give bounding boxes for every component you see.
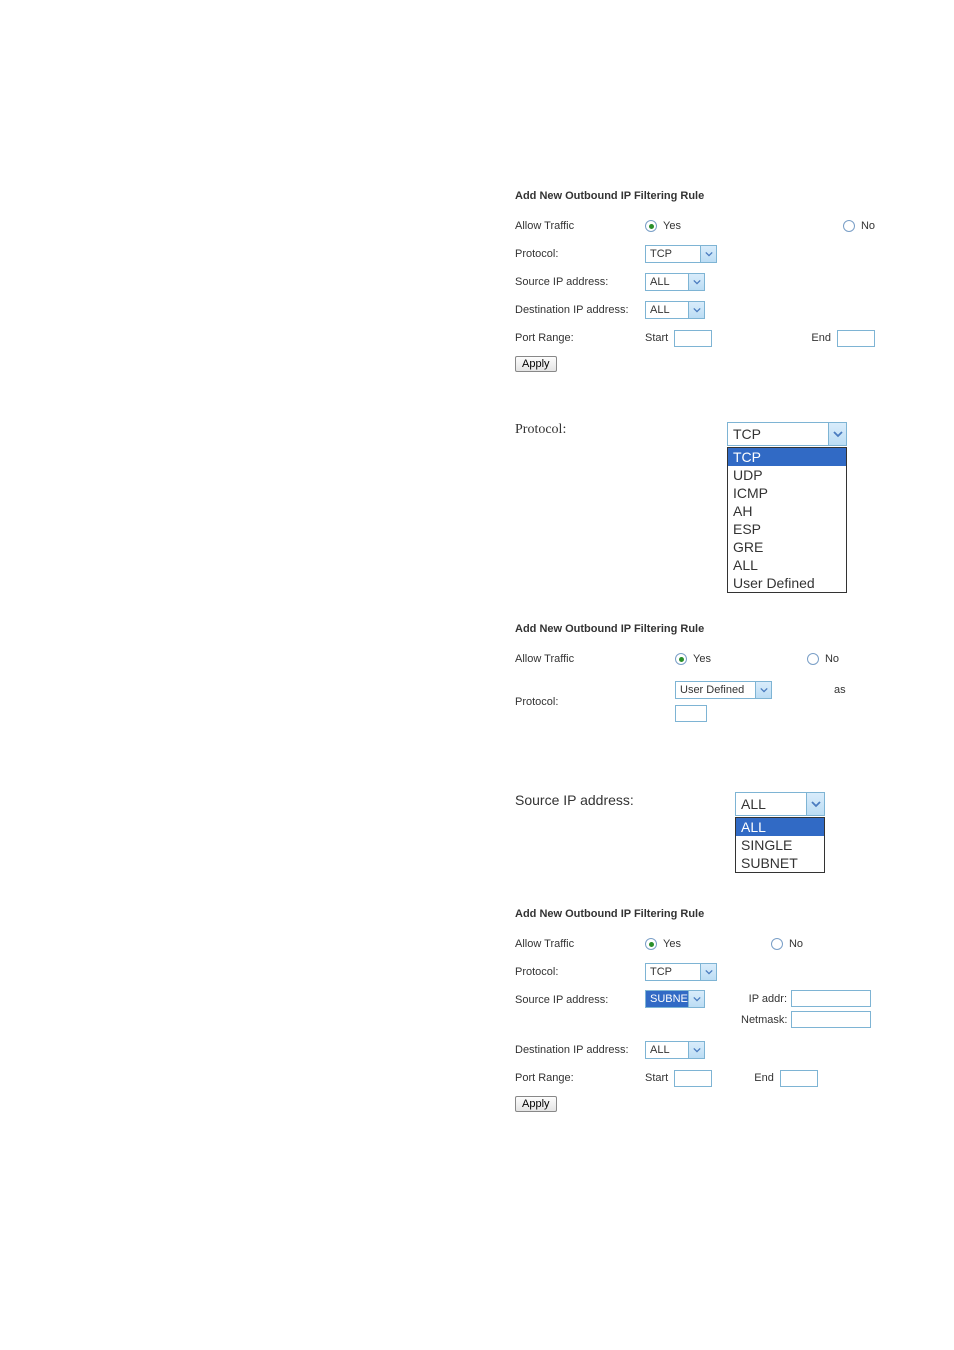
form-add-outbound-rule-2: Add New Outbound IP Filtering Rule Allow…: [515, 623, 875, 722]
port-end-label: End: [811, 332, 831, 344]
srcip-option-list: ALL SINGLE SUBNET: [735, 817, 825, 873]
allow-traffic-yes-label: Yes: [693, 653, 711, 665]
form3-heading: Add New Outbound IP Filtering Rule: [515, 908, 875, 920]
dst-ip-select[interactable]: ALL: [645, 301, 705, 319]
chevron-down-icon: [688, 302, 704, 318]
protocol-option[interactable]: ESP: [728, 520, 846, 538]
allow-traffic-yes-radio[interactable]: [675, 653, 687, 665]
allow-traffic-no-label: No: [789, 938, 803, 950]
form1-heading: Add New Outbound IP Filtering Rule: [515, 190, 875, 202]
allow-traffic-no-radio[interactable]: [843, 220, 855, 232]
port-end-input[interactable]: [780, 1070, 818, 1087]
dst-ip-label: Destination IP address:: [515, 1044, 645, 1056]
ip-addr-input[interactable]: [791, 990, 871, 1007]
protocol-select[interactable]: TCP: [645, 963, 717, 981]
src-ip-label: Source IP address:: [515, 990, 645, 1006]
protocol-big-select[interactable]: TCP: [727, 422, 847, 446]
port-end-label: End: [754, 1072, 774, 1084]
ip-addr-label: IP addr:: [741, 993, 787, 1005]
chevron-down-icon: [755, 682, 771, 698]
srcip-dropdown-detail: Source IP address: ALL ALL SINGLE SUBNET: [515, 792, 875, 873]
protocol-label: Protocol:: [515, 966, 645, 978]
protocol-option[interactable]: User Defined: [728, 574, 846, 592]
protocol-option[interactable]: ICMP: [728, 484, 846, 502]
allow-traffic-label: Allow Traffic: [515, 220, 645, 232]
allow-traffic-no-label: No: [861, 220, 875, 232]
srcip-big-select[interactable]: ALL: [735, 792, 825, 816]
allow-traffic-no-radio[interactable]: [807, 653, 819, 665]
port-end-input[interactable]: [837, 330, 875, 347]
srcip-detail-label: Source IP address:: [515, 792, 735, 808]
dst-ip-label: Destination IP address:: [515, 304, 645, 316]
allow-traffic-label: Allow Traffic: [515, 653, 675, 665]
chevron-down-icon: [828, 423, 846, 445]
port-range-label: Port Range:: [515, 1072, 645, 1084]
allow-traffic-yes-label: Yes: [663, 938, 681, 950]
as-label: as: [834, 684, 846, 696]
protocol-as-input[interactable]: [675, 705, 707, 722]
src-ip-label: Source IP address:: [515, 276, 645, 288]
allow-traffic-yes-radio[interactable]: [645, 220, 657, 232]
srcip-option[interactable]: SINGLE: [736, 836, 824, 854]
protocol-select[interactable]: User Defined: [675, 681, 772, 699]
allow-traffic-yes-label: Yes: [663, 220, 681, 232]
protocol-select-value: User Defined: [676, 682, 755, 698]
protocol-dropdown-detail: Protocol: TCP TCP UDP ICMP AH ESP: [515, 422, 875, 593]
chevron-down-icon: [688, 991, 704, 1007]
src-ip-select-value: ALL: [646, 274, 688, 290]
dst-ip-select[interactable]: ALL: [645, 1041, 705, 1059]
netmask-input[interactable]: [791, 1011, 871, 1028]
port-start-label: Start: [645, 1072, 668, 1084]
apply-button[interactable]: Apply: [515, 1096, 557, 1112]
srcip_detail.options.2[interactable]: SUBNET: [736, 854, 824, 872]
allow-traffic-no-radio[interactable]: [771, 938, 783, 950]
src-ip-select-value: SUBNET: [646, 991, 688, 1007]
srcip-option[interactable]: ALL: [736, 818, 824, 836]
protocol-label: Protocol:: [515, 248, 645, 260]
allow-traffic-yes-radio[interactable]: [645, 938, 657, 950]
port-start-label: Start: [645, 332, 668, 344]
dst-ip-select-value: ALL: [646, 302, 688, 318]
chevron-down-icon: [806, 793, 824, 815]
port-range-label: Port Range:: [515, 332, 645, 344]
protocol-select-value: TCP: [646, 246, 700, 262]
port-start-input[interactable]: [674, 330, 712, 347]
protocol-option[interactable]: UDP: [728, 466, 846, 484]
protocol-select-value: TCP: [646, 964, 700, 980]
chevron-down-icon: [700, 964, 716, 980]
protocol-option[interactable]: ALL: [728, 556, 846, 574]
protocol-big-select-value: TCP: [728, 423, 828, 445]
protocol-select[interactable]: TCP: [645, 245, 717, 263]
allow-traffic-label: Allow Traffic: [515, 938, 645, 950]
form-add-outbound-rule-3: Add New Outbound IP Filtering Rule Allow…: [515, 908, 875, 1112]
srcip-big-select-value: ALL: [736, 793, 806, 815]
protocol-option[interactable]: AH: [728, 502, 846, 520]
protocol-option[interactable]: GRE: [728, 538, 846, 556]
protocol-option-list: TCP UDP ICMP AH ESP GRE ALL User Defined: [727, 447, 847, 593]
port-start-input[interactable]: [674, 1070, 712, 1087]
chevron-down-icon: [700, 246, 716, 262]
src-ip-select[interactable]: SUBNET: [645, 990, 705, 1008]
protocol-detail-label: Protocol:: [515, 422, 727, 438]
form-add-outbound-rule-1: Add New Outbound IP Filtering Rule Allow…: [515, 190, 875, 372]
protocol-option[interactable]: TCP: [728, 448, 846, 466]
chevron-down-icon: [688, 274, 704, 290]
allow-traffic-no-label: No: [825, 653, 839, 665]
chevron-down-icon: [688, 1042, 704, 1058]
protocol-label: Protocol:: [515, 696, 675, 708]
dst-ip-select-value: ALL: [646, 1042, 688, 1058]
apply-button[interactable]: Apply: [515, 356, 557, 372]
netmask-label: Netmask:: [741, 1014, 787, 1026]
src-ip-select[interactable]: ALL: [645, 273, 705, 291]
form2-heading: Add New Outbound IP Filtering Rule: [515, 623, 875, 635]
